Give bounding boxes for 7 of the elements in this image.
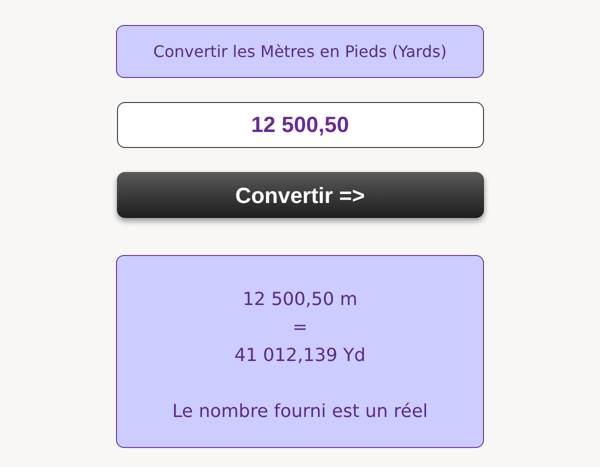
- convert-button[interactable]: Convertir =>: [116, 172, 484, 218]
- result-line: 41 012,139 Yd: [234, 344, 366, 368]
- result-line: 12 500,50 m: [242, 288, 358, 312]
- title-panel: Convertir les Mètres en Pieds (Yards): [116, 25, 484, 78]
- result-line: =: [292, 316, 308, 340]
- number-input-field[interactable]: 12 500,50: [116, 102, 484, 148]
- result-message: Le nombre fourni est un réel: [172, 400, 428, 424]
